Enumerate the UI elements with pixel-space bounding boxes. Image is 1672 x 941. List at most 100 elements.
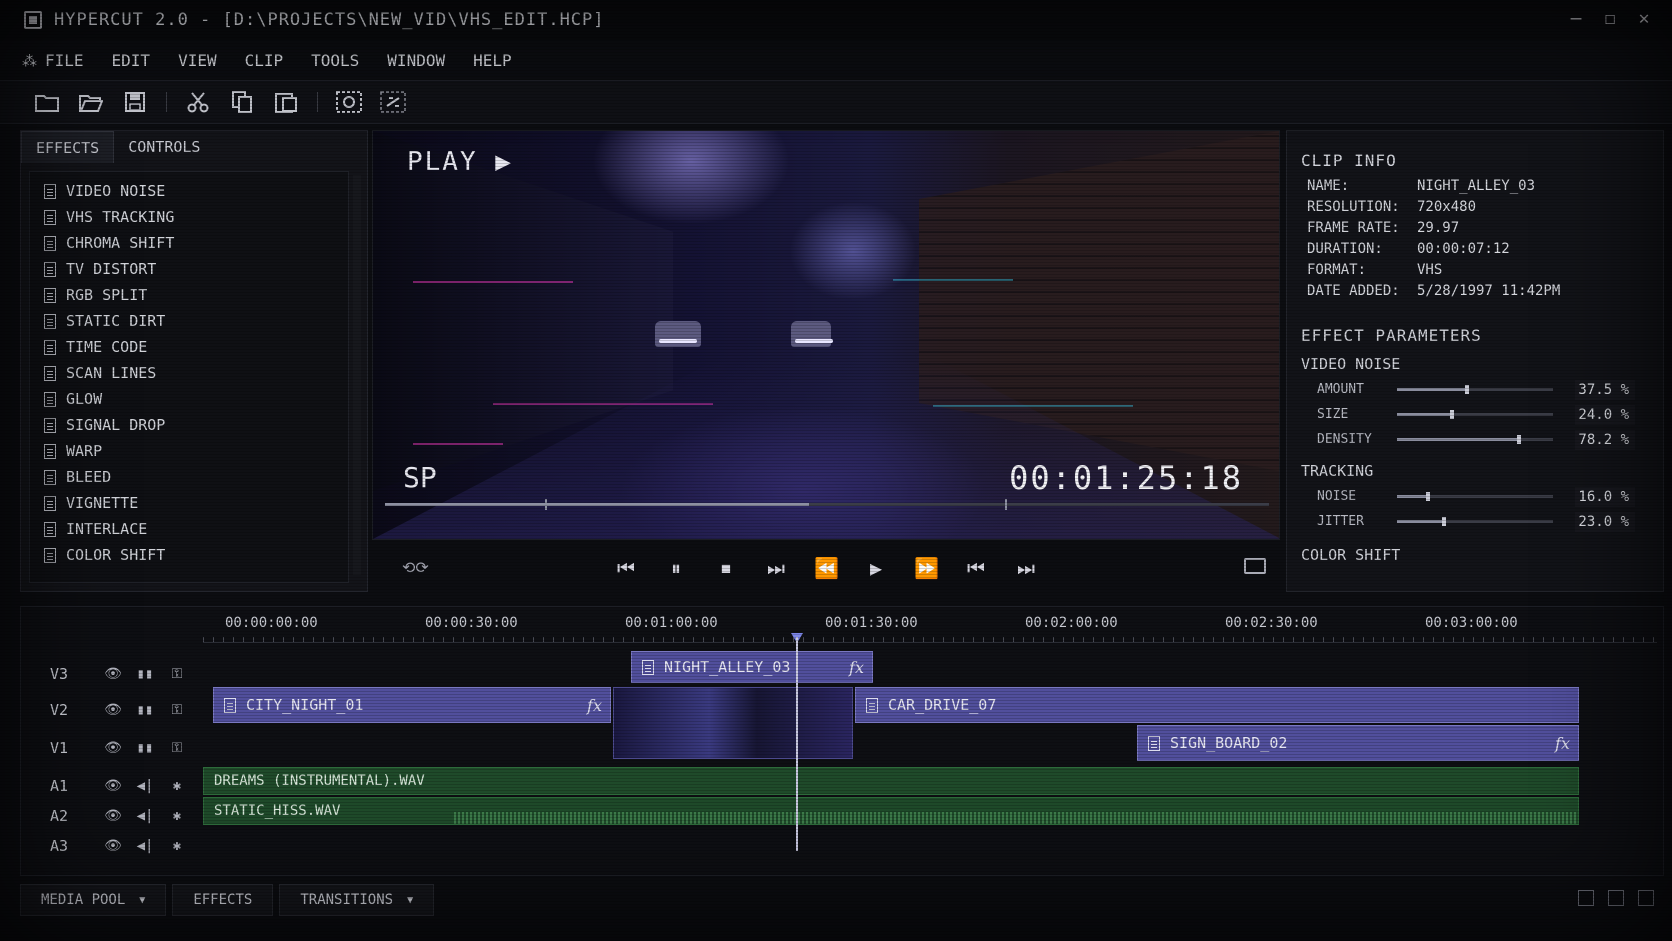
clip-sign-board[interactable]: SIGN_BOARD_02 fx <box>1137 725 1579 761</box>
param-value[interactable]: 78.2 % <box>1575 429 1635 450</box>
fullscreen-icon[interactable] <box>1244 558 1266 574</box>
tab-effects-bottom[interactable]: EFFECTS <box>172 884 274 916</box>
jitter-slider[interactable] <box>1397 517 1553 526</box>
play-button[interactable]: ▶ <box>864 556 888 580</box>
fx-icon[interactable]: fx <box>849 658 864 677</box>
menu-help[interactable]: HELP <box>473 51 512 70</box>
effect-time-code[interactable]: TIME CODE <box>30 334 348 360</box>
menu-edit[interactable]: EDIT <box>112 51 151 70</box>
stop-button[interactable]: ⏹ <box>714 556 738 580</box>
cut-icon[interactable] <box>185 90 211 114</box>
effect-glow[interactable]: GLOW <box>30 386 348 412</box>
open-folder-icon[interactable] <box>78 90 104 114</box>
minimize-button[interactable]: — <box>1566 8 1586 29</box>
link-icon[interactable] <box>380 90 406 114</box>
slider-handle[interactable] <box>1441 517 1446 526</box>
speaker-icon[interactable]: ◀| <box>129 778 161 794</box>
film-icon[interactable]: ▮▮ <box>129 740 161 756</box>
eye-icon[interactable]: 👁 <box>97 702 129 718</box>
menu-view[interactable]: VIEW <box>178 51 217 70</box>
param-value[interactable]: 24.0 % <box>1575 404 1635 425</box>
clip-thumbnail[interactable] <box>613 687 853 759</box>
fx-icon[interactable]: fx <box>587 696 602 715</box>
tab-media-pool[interactable]: MEDIA POOL ▼ <box>20 884 167 916</box>
fx-icon[interactable]: fx <box>1555 734 1570 753</box>
effect-rgb-split[interactable]: RGB SPLIT <box>30 282 348 308</box>
skip-to-end-button[interactable]: ⏭ <box>1014 556 1038 580</box>
time-ruler[interactable]: 00:00:00:00 00:00:30:00 00:01:00:00 00:0… <box>203 607 1657 643</box>
slider-handle[interactable] <box>1516 435 1521 444</box>
amount-slider[interactable] <box>1397 385 1553 394</box>
effect-signal-drop[interactable]: SIGNAL DROP <box>30 412 348 438</box>
speaker-icon[interactable]: ◀| <box>129 838 161 854</box>
pause-button[interactable]: ⏸ <box>664 556 688 580</box>
slider-handle[interactable] <box>1465 385 1470 394</box>
tab-transitions[interactable]: TRANSITIONS ▼ <box>279 884 435 916</box>
effect-video-noise[interactable]: VIDEO NOISE <box>30 178 348 204</box>
loop-icon[interactable]: ⟲⟳ <box>402 558 429 577</box>
effect-scan-lines[interactable]: SCAN LINES <box>30 360 348 386</box>
eye-icon[interactable]: 👁 <box>97 778 129 794</box>
effect-vhs-tracking[interactable]: VHS TRACKING <box>30 204 348 230</box>
size-slider[interactable] <box>1397 410 1553 419</box>
slider-handle[interactable] <box>1449 410 1454 419</box>
clip-night-alley[interactable]: NIGHT_ALLEY_03 fx <box>631 651 873 683</box>
layout-icon[interactable] <box>1638 890 1654 906</box>
film-icon[interactable]: ▮▮ <box>129 666 161 682</box>
effect-vignette[interactable]: VIGNETTE <box>30 490 348 516</box>
effect-tv-distort[interactable]: TV DISTORT <box>30 256 348 282</box>
speaker-icon[interactable]: ◀| <box>129 808 161 824</box>
mute-icon[interactable]: ✱ <box>161 778 193 794</box>
slider-handle[interactable] <box>1426 492 1431 501</box>
effect-static-dirt[interactable]: STATIC DIRT <box>30 308 348 334</box>
fast-forward-button[interactable]: ⏩ <box>914 556 939 580</box>
noise-slider[interactable] <box>1397 492 1553 501</box>
effect-bleed[interactable]: BLEED <box>30 464 348 490</box>
tab-controls[interactable]: CONTROLS <box>114 131 214 163</box>
tab-effects[interactable]: EFFECTS <box>21 131 115 163</box>
maximize-button[interactable]: ☐ <box>1600 8 1620 29</box>
save-icon[interactable] <box>122 90 148 114</box>
copy-icon[interactable] <box>229 90 255 114</box>
playhead[interactable] <box>796 637 798 851</box>
paste-icon[interactable] <box>273 90 299 114</box>
effect-chroma-shift[interactable]: CHROMA SHIFT <box>30 230 348 256</box>
audio-clip-dreams[interactable]: DREAMS (INSTRUMENTAL).WAV <box>203 767 1579 795</box>
mute-icon[interactable]: ✱ <box>161 838 193 854</box>
eye-icon[interactable]: 👁 <box>97 666 129 682</box>
lock-icon[interactable]: ⚿ <box>161 666 193 682</box>
lock-icon[interactable]: ⚿ <box>161 740 193 756</box>
menu-file[interactable]: ⁂ FILE <box>22 51 84 70</box>
film-icon[interactable]: ▮▮ <box>129 702 161 718</box>
menu-clip[interactable]: CLIP <box>245 51 284 70</box>
param-value[interactable]: 23.0 % <box>1575 511 1635 532</box>
audio-clip-static-hiss[interactable]: STATIC_HISS.WAV <box>203 797 1579 825</box>
param-value[interactable]: 16.0 % <box>1575 486 1635 507</box>
menu-window[interactable]: WINDOW <box>387 51 445 70</box>
eye-icon[interactable]: 👁 <box>97 740 129 756</box>
layout-icon[interactable] <box>1578 890 1594 906</box>
scrub-bar[interactable] <box>385 499 1269 510</box>
effects-scrollbar[interactable] <box>353 175 361 575</box>
effect-interlace[interactable]: INTERLACE <box>30 516 348 542</box>
eye-icon[interactable]: 👁 <box>97 838 129 854</box>
next-frame-button[interactable]: ⏭ <box>764 556 788 580</box>
close-button[interactable]: ✕ <box>1634 8 1654 29</box>
layout-icon[interactable] <box>1608 890 1624 906</box>
video-preview[interactable]: PLAY ▶ SP 00:01:25:18 <box>372 130 1280 540</box>
effect-color-shift[interactable]: COLOR SHIFT <box>30 542 348 568</box>
mute-icon[interactable]: ✱ <box>161 808 193 824</box>
skip-to-start-button[interactable]: ⏮ <box>614 556 638 580</box>
lock-icon[interactable]: ⚿ <box>161 702 193 718</box>
effect-warp[interactable]: WARP <box>30 438 348 464</box>
mark-in-button[interactable]: ⏮ <box>964 556 988 580</box>
param-value[interactable]: 37.5 % <box>1575 379 1635 400</box>
new-folder-icon[interactable] <box>34 90 60 114</box>
density-slider[interactable] <box>1397 435 1553 444</box>
eye-icon[interactable]: 👁 <box>97 808 129 824</box>
menu-tools[interactable]: TOOLS <box>311 51 359 70</box>
clip-car-drive[interactable]: CAR_DRIVE_07 <box>855 687 1579 723</box>
snapshot-icon[interactable] <box>336 90 362 114</box>
rewind-button[interactable]: ⏪ <box>814 556 839 580</box>
clip-city-night[interactable]: CITY_NIGHT_01 fx <box>213 687 611 723</box>
